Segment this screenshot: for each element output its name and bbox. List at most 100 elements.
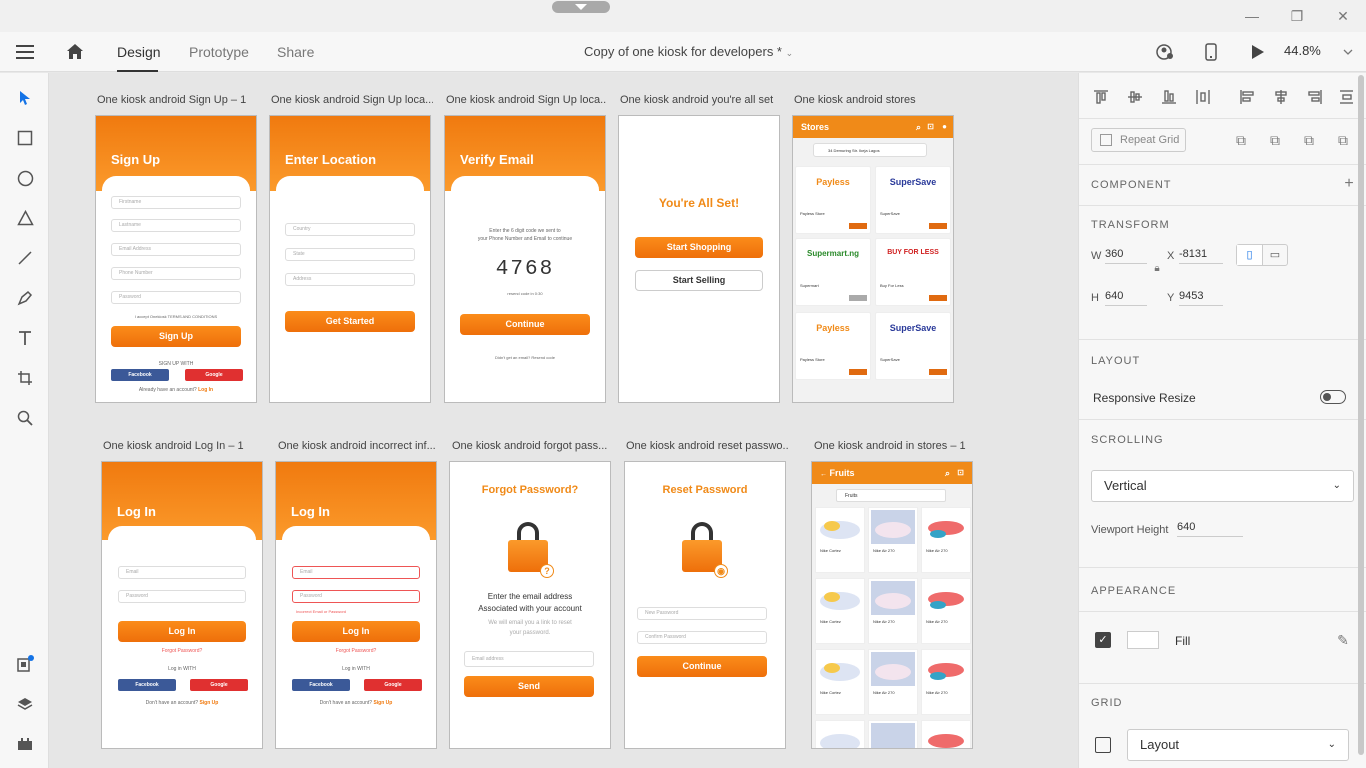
artboard-verify[interactable]: Verify Email Enter the 6 digit code we s…	[444, 115, 606, 403]
line-tool-icon[interactable]	[14, 247, 36, 269]
store-card[interactable]: BUY FOR LESS Buy For Less	[875, 238, 951, 306]
product-card[interactable]: Nike Air 270	[921, 578, 971, 644]
artboard-fruits[interactable]: ← Fruits ⌕ ⊡ Fruits Nike Cortez Nike Air…	[811, 461, 973, 749]
assets-panel-icon[interactable]	[14, 653, 36, 675]
portrait-icon[interactable]: ▯	[1237, 245, 1263, 265]
responsive-resize-toggle[interactable]	[1320, 390, 1346, 404]
artboard-label-location[interactable]: One kiosk android Sign Up loca...	[271, 94, 433, 106]
product-card[interactable]: Nike Cortez	[815, 507, 865, 573]
continue-button[interactable]: Continue	[460, 314, 590, 335]
grid-checkbox[interactable]	[1095, 737, 1111, 753]
width-input[interactable]: 360	[1105, 248, 1147, 264]
search-icon[interactable]: ⌕	[945, 462, 950, 484]
repeat-grid-button[interactable]: Repeat Grid	[1091, 128, 1186, 152]
product-card[interactable]: Nike Air 270	[921, 507, 971, 573]
product-card[interactable]: Nike Air 270	[921, 649, 971, 715]
artboard-label-verify[interactable]: One kiosk android Sign Up loca...	[446, 94, 606, 106]
search-icon[interactable]: ⌕	[916, 116, 921, 138]
google-button[interactable]: Google	[364, 679, 422, 691]
artboard-label-signup[interactable]: One kiosk android Sign Up – 1	[97, 94, 257, 106]
get-started-button[interactable]: Get Started	[285, 311, 415, 332]
forgot-password-link[interactable]: Forgot Password?	[282, 648, 430, 654]
store-card[interactable]: SuperSave SuperSave	[875, 312, 951, 380]
artboard-label-stores[interactable]: One kiosk android stores	[794, 94, 954, 106]
store-card[interactable]: Payless Payless Store	[795, 312, 871, 380]
verification-code[interactable]: 4768	[451, 258, 599, 281]
google-button[interactable]: Google	[190, 679, 248, 691]
artboard-label-reset[interactable]: One kiosk android reset passwo...	[626, 440, 788, 452]
share-user-icon[interactable]	[1156, 43, 1174, 61]
x-input[interactable]: -8131	[1179, 248, 1223, 264]
forgot-password-link[interactable]: Forgot Password?	[108, 648, 256, 654]
signup-link[interactable]: Sign Up	[199, 700, 218, 706]
artboard-label-incorrect[interactable]: One kiosk android incorrect inf...	[278, 440, 438, 452]
send-button[interactable]: Send	[464, 676, 594, 697]
fill-checkbox[interactable]: ✓	[1095, 632, 1111, 648]
product-card[interactable]: Nike Air 270	[868, 578, 918, 644]
artboard-incorrect[interactable]: Log In Email Password Incorrect Email or…	[275, 461, 437, 749]
tab-prototype[interactable]: Prototype	[189, 44, 249, 60]
boolean-intersect-icon[interactable]: ⧉	[1301, 132, 1317, 148]
artboard-allset[interactable]: You're All Set! Start Shopping Start Sel…	[618, 115, 780, 403]
zoom-dropdown-chevron-icon[interactable]	[1343, 49, 1353, 55]
hamburger-menu-icon[interactable]	[16, 45, 34, 59]
tab-design[interactable]: Design	[117, 44, 161, 60]
artboard-reset[interactable]: Reset Password ◉ New Password Confirm Pa…	[624, 461, 786, 749]
google-button[interactable]: Google	[185, 369, 243, 381]
state-field[interactable]: State	[285, 248, 415, 261]
panel-scrollbar[interactable]	[1358, 75, 1364, 755]
profile-icon[interactable]: ●	[942, 116, 947, 138]
continue-button[interactable]: Continue	[637, 656, 767, 677]
store-card[interactable]: Supermart.ng Supermart	[795, 238, 871, 306]
zoom-level[interactable]: 44.8%	[1284, 43, 1321, 58]
boolean-exclude-icon[interactable]: ⧉	[1335, 132, 1351, 148]
location-selector[interactable]: 34 Demuring Str. Ikeja Lagos	[813, 143, 927, 157]
resend-code-link[interactable]: Didn't get an email? Resend code	[451, 355, 599, 360]
password-field[interactable]: Password	[292, 590, 420, 603]
lastname-field[interactable]: Lastname	[111, 219, 241, 232]
artboard-location[interactable]: Enter Location Country State Address Get…	[269, 115, 431, 403]
new-password-field[interactable]: New Password	[637, 607, 767, 620]
pen-tool-icon[interactable]	[14, 287, 36, 309]
artboard-label-login[interactable]: One kiosk android Log In – 1	[103, 440, 263, 452]
store-card[interactable]: Payless Payless Store	[795, 166, 871, 234]
product-card[interactable]	[921, 720, 971, 748]
store-card[interactable]: SuperSave SuperSave	[875, 166, 951, 234]
product-card[interactable]: Nike Cortez	[815, 578, 865, 644]
email-field[interactable]: Email	[118, 566, 246, 579]
ellipse-tool-icon[interactable]	[14, 167, 36, 189]
plugins-panel-icon[interactable]	[14, 733, 36, 755]
boolean-add-icon[interactable]: ⧉	[1233, 132, 1249, 148]
play-preview-icon[interactable]	[1251, 44, 1265, 60]
password-field[interactable]: Password	[111, 291, 241, 304]
password-field[interactable]: Password	[118, 590, 246, 603]
facebook-button[interactable]: Facebook	[292, 679, 350, 691]
artboard-forgot[interactable]: Forgot Password? ? Enter the email addre…	[449, 461, 611, 749]
confirm-password-field[interactable]: Confirm Password	[637, 631, 767, 644]
select-tool-icon[interactable]	[14, 87, 36, 109]
start-selling-button[interactable]: Start Selling	[635, 270, 763, 291]
doc-title-chevron-icon[interactable]: ⌄	[786, 48, 794, 58]
restore-button[interactable]: ❐	[1287, 6, 1307, 26]
artboard-label-allset[interactable]: One kiosk android you're all set	[620, 94, 780, 106]
fill-color-swatch[interactable]	[1127, 631, 1159, 649]
country-field[interactable]: Country	[285, 223, 415, 236]
product-card[interactable]: Nike Air 270	[868, 507, 918, 573]
add-component-icon[interactable]: +	[1341, 176, 1357, 192]
design-canvas[interactable]: One kiosk android Sign Up – 1 Sign Up Fi…	[49, 73, 1078, 768]
signup-link[interactable]: Sign Up	[373, 700, 392, 706]
email-field[interactable]: Email Address	[111, 243, 241, 256]
facebook-button[interactable]: Facebook	[118, 679, 176, 691]
facebook-button[interactable]: Facebook	[111, 369, 169, 381]
close-button[interactable]: ✕	[1333, 6, 1353, 26]
zoom-tool-icon[interactable]	[14, 407, 36, 429]
orientation-toggle[interactable]: ▯ ▭	[1236, 244, 1288, 266]
login-button[interactable]: Log In	[118, 621, 246, 642]
category-filter[interactable]: Fruits	[836, 489, 946, 502]
signup-button[interactable]: Sign Up	[111, 326, 241, 347]
login-button[interactable]: Log In	[292, 621, 420, 642]
viewport-height-input[interactable]: 640	[1177, 521, 1243, 537]
height-input[interactable]: 640	[1105, 290, 1147, 306]
minimize-button[interactable]: —	[1242, 6, 1262, 26]
artboard-stores[interactable]: Stores ⌕ ⊡ ● 34 Demuring Str. Ikeja Lago…	[792, 115, 954, 403]
